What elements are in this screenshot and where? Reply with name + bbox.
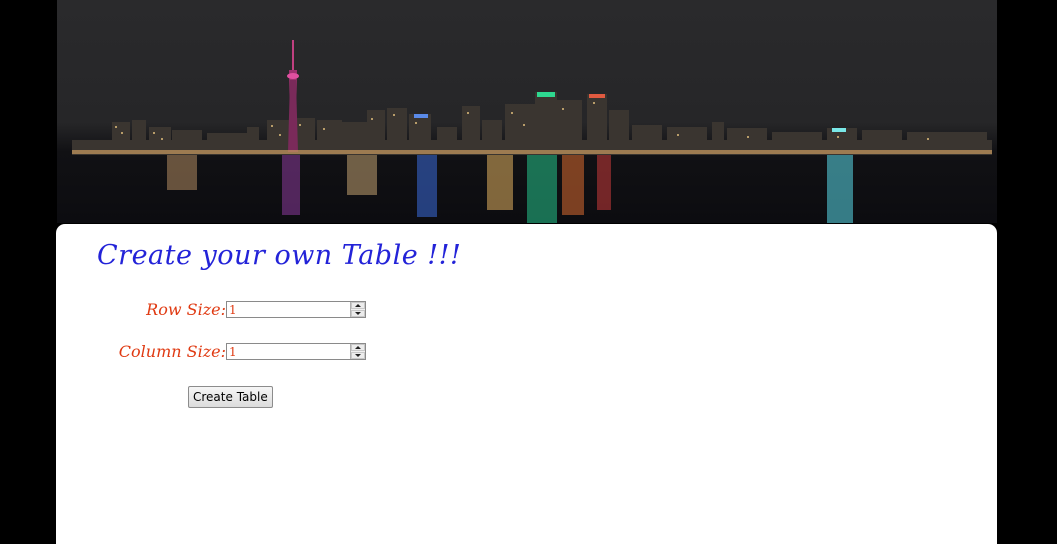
skyline-banner-image bbox=[57, 0, 997, 223]
row-size-spin-buttons bbox=[350, 302, 365, 317]
column-size-value[interactable]: 1 bbox=[229, 344, 237, 360]
form-panel: Create your own Table !!! Row Size: 1 Co… bbox=[56, 224, 997, 544]
page-title: Create your own Table !!! bbox=[97, 240, 462, 271]
skyline-illustration bbox=[72, 40, 992, 223]
column-size-stepper[interactable]: 1 bbox=[226, 343, 366, 360]
column-size-increment-button[interactable] bbox=[351, 344, 365, 351]
create-table-button[interactable]: Create Table bbox=[188, 386, 273, 408]
row-size-decrement-button[interactable] bbox=[351, 310, 365, 317]
row-size-label: Row Size: bbox=[146, 300, 226, 319]
row-size-value[interactable]: 1 bbox=[229, 302, 237, 318]
row-size-stepper[interactable]: 1 bbox=[226, 301, 366, 318]
column-size-spin-buttons bbox=[350, 344, 365, 359]
column-size-decrement-button[interactable] bbox=[351, 352, 365, 359]
cn-tower-shape bbox=[287, 40, 299, 152]
column-size-label: Column Size: bbox=[118, 342, 226, 361]
row-size-increment-button[interactable] bbox=[351, 302, 365, 309]
